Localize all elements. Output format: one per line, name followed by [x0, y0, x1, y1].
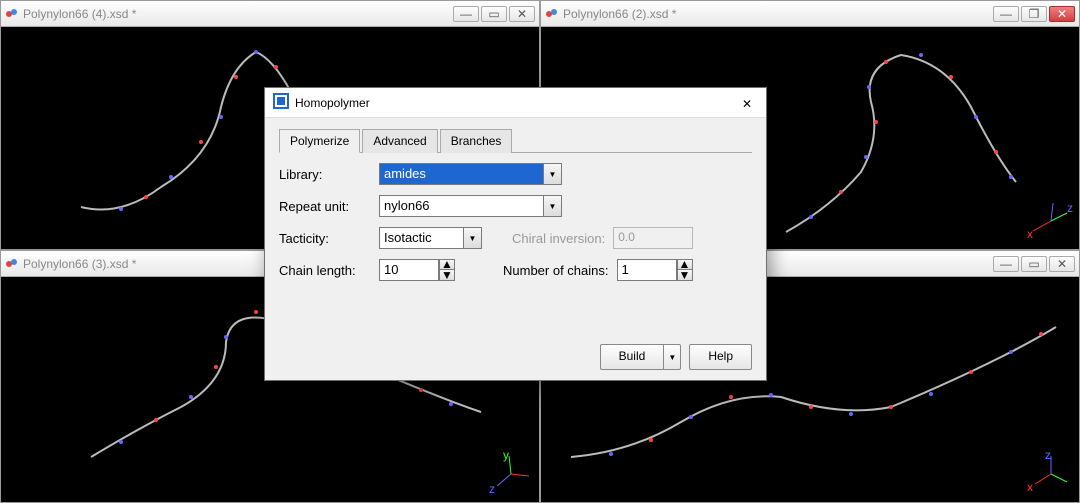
viewport-title: Polynylon66 (2).xsd *: [563, 7, 676, 21]
tab-advanced[interactable]: Advanced: [362, 129, 437, 153]
minimize-icon: —: [1000, 257, 1012, 271]
repeat-unit-dropdown-button[interactable]: ▼: [544, 195, 562, 217]
close-icon: ✕: [742, 97, 752, 111]
close-button[interactable]: ✕: [509, 6, 535, 22]
chevron-up-icon: ▲: [441, 261, 453, 268]
close-button[interactable]: ✕: [1049, 256, 1075, 272]
build-dropdown-button[interactable]: ▼: [663, 344, 681, 370]
chevron-down-icon: ▼: [441, 272, 453, 279]
maximize-button[interactable]: ▭: [1021, 256, 1047, 272]
chevron-down-icon: ▼: [469, 234, 477, 243]
tab-bar: Polymerize Advanced Branches: [279, 128, 752, 153]
build-button[interactable]: Build: [600, 344, 664, 370]
minimize-icon: —: [460, 7, 472, 21]
chain-length-value[interactable]: 10: [379, 259, 439, 281]
viewport-title: Polynylon66 (3).xsd *: [23, 257, 136, 271]
app-icon: [273, 93, 289, 112]
repeat-unit-value[interactable]: nylon66: [379, 195, 544, 217]
minimize-button[interactable]: —: [453, 6, 479, 22]
tab-branches[interactable]: Branches: [440, 129, 513, 153]
tacticity-label: Tacticity:: [279, 231, 379, 246]
viewport-titlebar[interactable]: Polynylon66 (2).xsd * — ❐ ✕: [541, 1, 1079, 27]
restore-button[interactable]: ❐: [1021, 6, 1047, 22]
homopolymer-dialog: Homopolymer ✕ Polymerize Advanced Branch…: [264, 87, 767, 381]
axis-z-label: z: [489, 482, 495, 496]
viewport-title: Polynylon66 (4).xsd *: [23, 7, 136, 21]
document-icon: [545, 7, 559, 21]
library-value[interactable]: amides: [379, 163, 544, 185]
repeat-unit-label: Repeat unit:: [279, 199, 379, 214]
minimize-icon: —: [1000, 7, 1012, 21]
restore-icon: ❐: [1029, 7, 1040, 21]
repeat-unit-combo[interactable]: nylon66 ▼: [379, 195, 562, 217]
library-combo[interactable]: amides ▼: [379, 163, 562, 185]
help-button[interactable]: Help: [689, 344, 752, 370]
chiral-inversion-label: Chiral inversion:: [512, 231, 605, 246]
document-icon: [5, 7, 19, 21]
number-of-chains-down[interactable]: ▼: [677, 270, 693, 281]
tab-polymerize[interactable]: Polymerize: [279, 129, 360, 153]
number-of-chains-label: Number of chains:: [503, 263, 609, 278]
chain-length-stepper[interactable]: 10 ▲ ▼: [379, 259, 455, 281]
maximize-icon: ▭: [488, 7, 499, 21]
minimize-button[interactable]: —: [993, 256, 1019, 272]
axis-z-label: z: [1045, 448, 1051, 462]
close-icon: ✕: [517, 7, 527, 21]
tacticity-value[interactable]: Isotactic: [379, 227, 464, 249]
viewport-titlebar[interactable]: Polynylon66 (4).xsd * — ▭ ✕: [1, 1, 539, 27]
chiral-inversion-field: 0.0: [613, 227, 693, 249]
tacticity-dropdown-button[interactable]: ▼: [464, 227, 482, 249]
close-button[interactable]: ✕: [1049, 6, 1075, 22]
chevron-up-icon: ▲: [679, 261, 691, 268]
dialog-titlebar[interactable]: Homopolymer ✕: [265, 88, 766, 118]
build-split-button[interactable]: Build ▼: [600, 344, 682, 370]
maximize-button[interactable]: ▭: [481, 6, 507, 22]
document-icon: [5, 257, 19, 271]
number-of-chains-value[interactable]: 1: [617, 259, 677, 281]
chevron-down-icon: ▼: [668, 353, 676, 362]
library-dropdown-button[interactable]: ▼: [544, 163, 562, 185]
axis-x-label: x: [1027, 227, 1033, 241]
chain-length-down[interactable]: ▼: [439, 270, 455, 281]
chevron-down-icon: ▼: [679, 272, 691, 279]
maximize-icon: ▭: [1028, 257, 1039, 271]
chevron-down-icon: ▼: [549, 202, 557, 211]
axis-x-label: x: [1027, 480, 1033, 494]
dialog-title: Homopolymer: [295, 96, 370, 110]
minimize-button[interactable]: —: [993, 6, 1019, 22]
chain-length-label: Chain length:: [279, 263, 379, 278]
tacticity-combo[interactable]: Isotactic ▼: [379, 227, 482, 249]
axis-z-label: z: [1067, 201, 1073, 215]
library-label: Library:: [279, 167, 379, 182]
axis-y-label: y: [503, 448, 509, 462]
close-icon: ✕: [1057, 257, 1067, 271]
number-of-chains-stepper[interactable]: 1 ▲ ▼: [617, 259, 693, 281]
chevron-down-icon: ▼: [549, 170, 557, 179]
close-icon: ✕: [1057, 7, 1067, 21]
dialog-close-button[interactable]: ✕: [736, 93, 758, 113]
